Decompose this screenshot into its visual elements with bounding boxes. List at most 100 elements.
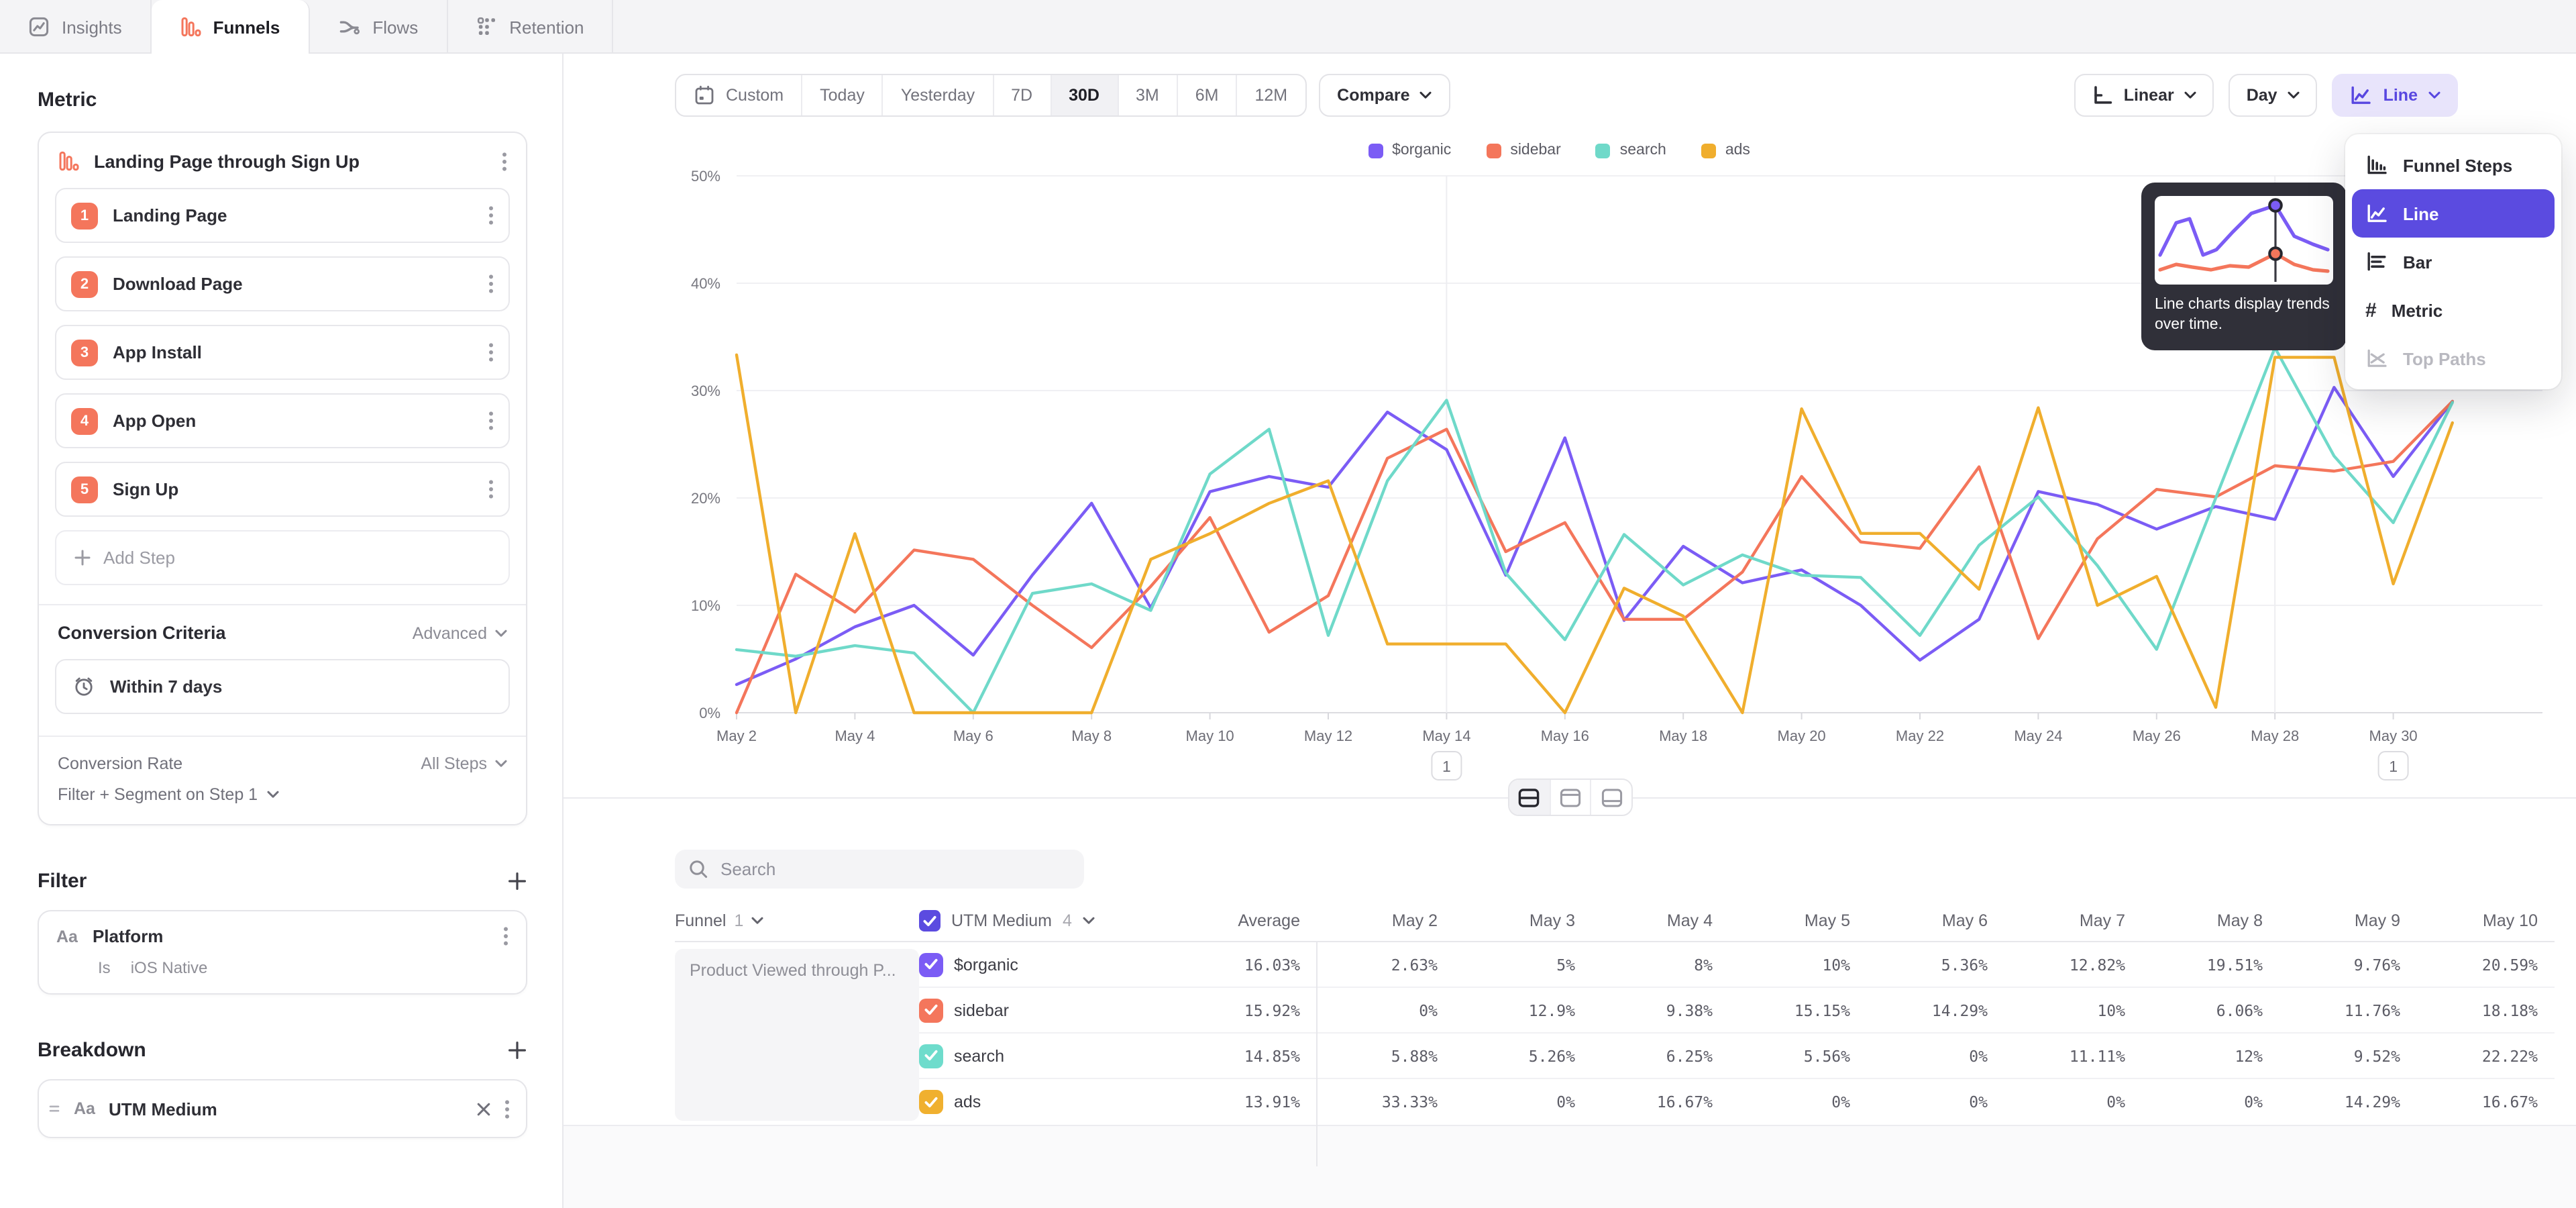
menu-item-metric[interactable]: # Metric bbox=[2352, 286, 2555, 334]
tab-flows[interactable]: Flows bbox=[309, 0, 447, 54]
range-option-7d[interactable]: 7D bbox=[994, 75, 1051, 115]
kebab-menu-icon[interactable] bbox=[488, 274, 494, 294]
layout-bottom-icon bbox=[1600, 787, 1623, 807]
date-column-header[interactable]: May 2 bbox=[1316, 911, 1454, 930]
table-row[interactable]: $organic 16.03% 2.63%5%8%10%5.36%12.82%1… bbox=[675, 942, 2555, 988]
all-steps-dropdown[interactable]: All Steps bbox=[421, 754, 507, 773]
segment-step-dropdown[interactable]: Filter + Segment on Step 1 bbox=[58, 785, 507, 804]
average-column-header[interactable]: Average bbox=[1123, 911, 1316, 930]
kebab-menu-icon[interactable] bbox=[504, 1099, 510, 1119]
funnel-step[interactable]: 4 App Open bbox=[55, 393, 510, 448]
string-type-icon: Aa bbox=[56, 927, 78, 946]
layout-split-button[interactable] bbox=[1509, 780, 1550, 815]
close-icon[interactable] bbox=[476, 1101, 491, 1116]
chevron-down-icon bbox=[751, 917, 763, 925]
date-column-header[interactable]: May 5 bbox=[1729, 911, 1866, 930]
range-option-yesterday[interactable]: Yesterday bbox=[883, 75, 994, 115]
menu-item-bar[interactable]: Bar bbox=[2352, 238, 2555, 286]
advanced-dropdown[interactable]: Advanced bbox=[413, 623, 507, 642]
funnel-step[interactable]: 1 Landing Page bbox=[55, 188, 510, 243]
linear-axis-icon bbox=[2092, 85, 2113, 106]
legend-swatch bbox=[1596, 143, 1611, 158]
series-checkbox[interactable] bbox=[919, 1090, 943, 1114]
value-cell: 0% bbox=[1316, 1001, 1454, 1019]
breakdown-column-header[interactable]: UTM Medium 4 bbox=[919, 910, 1123, 932]
funnel-header-row[interactable]: Landing Page through Sign Up bbox=[39, 133, 526, 188]
range-option-custom[interactable]: Custom bbox=[676, 75, 802, 115]
chevron-down-icon bbox=[2288, 91, 2300, 99]
kebab-menu-icon[interactable] bbox=[488, 411, 494, 431]
compare-button[interactable]: Compare bbox=[1318, 74, 1450, 117]
series-checkbox[interactable] bbox=[919, 998, 943, 1022]
clock-icon bbox=[72, 675, 95, 698]
table-row[interactable]: search 14.85% 5.88%5.26%6.25%5.56%0%11.1… bbox=[675, 1034, 2555, 1079]
funnel-step[interactable]: 2 Download Page bbox=[55, 256, 510, 311]
select-all-checkbox[interactable] bbox=[919, 910, 941, 932]
table-row[interactable]: ads 13.91% 33.33%0%16.67%0%0%0%0%14.29%1… bbox=[675, 1079, 2555, 1125]
range-option-today[interactable]: Today bbox=[802, 75, 883, 115]
chart-type-dropdown-button[interactable]: Line bbox=[2332, 74, 2458, 117]
svg-text:May 4: May 4 bbox=[835, 727, 875, 744]
date-column-headers: May 2May 3May 4May 5May 6May 7May 8May 9… bbox=[1316, 911, 2554, 930]
date-column-header[interactable]: May 6 bbox=[1866, 911, 2004, 930]
granularity-dropdown-button[interactable]: Day bbox=[2229, 74, 2318, 117]
date-range-segmented-control: CustomTodayYesterday7D30D3M6M12M bbox=[675, 74, 1306, 117]
tab-label: Insights bbox=[62, 17, 122, 37]
tab-funnels[interactable]: Funnels bbox=[152, 0, 310, 54]
calendar-icon bbox=[694, 85, 715, 106]
range-option-30d[interactable]: 30D bbox=[1051, 75, 1118, 115]
date-column-header[interactable]: May 9 bbox=[2279, 911, 2416, 930]
add-breakdown-button[interactable] bbox=[507, 1040, 527, 1060]
line-chart[interactable]: 0%10%20%30%40%50%May 2May 4May 6May 8May… bbox=[564, 54, 2576, 859]
table-row[interactable]: sidebar 15.92% 0%12.9%9.38%15.15%14.29%1… bbox=[675, 988, 2555, 1034]
legend-item[interactable]: ads bbox=[1701, 142, 1750, 158]
conversion-window-button[interactable]: Within 7 days bbox=[55, 659, 510, 714]
add-step-button[interactable]: Add Step bbox=[55, 530, 510, 585]
app-window: Insights Funnels Flows Retention Metric … bbox=[0, 0, 2576, 1208]
layout-bottom-button[interactable] bbox=[1592, 780, 1631, 815]
tab-label: Retention bbox=[509, 17, 584, 37]
value-cell: 22.22% bbox=[2416, 1046, 2554, 1065]
date-column-header[interactable]: May 8 bbox=[2141, 911, 2279, 930]
line-chart-icon bbox=[2350, 85, 2373, 106]
date-column-header[interactable]: May 3 bbox=[1454, 911, 1591, 930]
funnel-name-cell[interactable]: Product Viewed through P... bbox=[675, 949, 919, 1121]
series-checkbox[interactable] bbox=[919, 952, 943, 976]
tab-retention[interactable]: Retention bbox=[447, 0, 613, 54]
funnel-column-header[interactable]: Funnel 1 bbox=[675, 911, 919, 930]
kebab-menu-icon[interactable] bbox=[488, 342, 494, 362]
value-cell: 14.29% bbox=[1866, 1001, 2004, 1019]
filter-value[interactable]: iOS Native bbox=[131, 958, 208, 977]
kebab-menu-icon[interactable] bbox=[488, 205, 494, 225]
kebab-menu-icon[interactable] bbox=[488, 479, 494, 499]
kebab-menu-icon[interactable] bbox=[503, 926, 508, 946]
drag-handle-icon[interactable] bbox=[48, 1102, 60, 1115]
range-option-6m[interactable]: 6M bbox=[1178, 75, 1238, 115]
funnel-step[interactable]: 5 Sign Up bbox=[55, 462, 510, 517]
search-input[interactable] bbox=[720, 859, 1071, 879]
add-filter-button[interactable] bbox=[507, 871, 527, 891]
flows-icon bbox=[337, 16, 360, 38]
date-column-header[interactable]: May 4 bbox=[1591, 911, 1729, 930]
chevron-down-icon bbox=[495, 760, 507, 768]
conversion-criteria-heading: Conversion Criteria bbox=[58, 623, 413, 643]
date-column-header[interactable]: May 7 bbox=[2004, 911, 2141, 930]
tab-insights[interactable]: Insights bbox=[0, 0, 152, 54]
series-checkbox[interactable] bbox=[919, 1044, 943, 1068]
layout-top-button[interactable] bbox=[1550, 780, 1591, 815]
legend-item[interactable]: search bbox=[1596, 142, 1666, 158]
layout-split-icon bbox=[1518, 787, 1541, 807]
legend-item[interactable]: sidebar bbox=[1486, 142, 1560, 158]
kebab-menu-icon[interactable] bbox=[502, 151, 507, 171]
filter-card[interactable]: Aa Platform Is iOS Native bbox=[38, 910, 527, 995]
date-column-header[interactable]: May 10 bbox=[2416, 911, 2554, 930]
scale-dropdown-button[interactable]: Linear bbox=[2074, 74, 2214, 117]
range-option-3m[interactable]: 3M bbox=[1118, 75, 1178, 115]
filter-operator[interactable]: Is bbox=[98, 958, 111, 977]
funnel-step[interactable]: 3 App Install bbox=[55, 325, 510, 380]
range-option-12m[interactable]: 12M bbox=[1238, 75, 1305, 115]
menu-item-funnel-steps[interactable]: Funnel Steps bbox=[2352, 141, 2555, 189]
breakdown-card[interactable]: Aa UTM Medium bbox=[38, 1079, 527, 1138]
menu-item-line[interactable]: Line bbox=[2352, 189, 2555, 238]
legend-item[interactable]: $organic bbox=[1368, 142, 1451, 158]
